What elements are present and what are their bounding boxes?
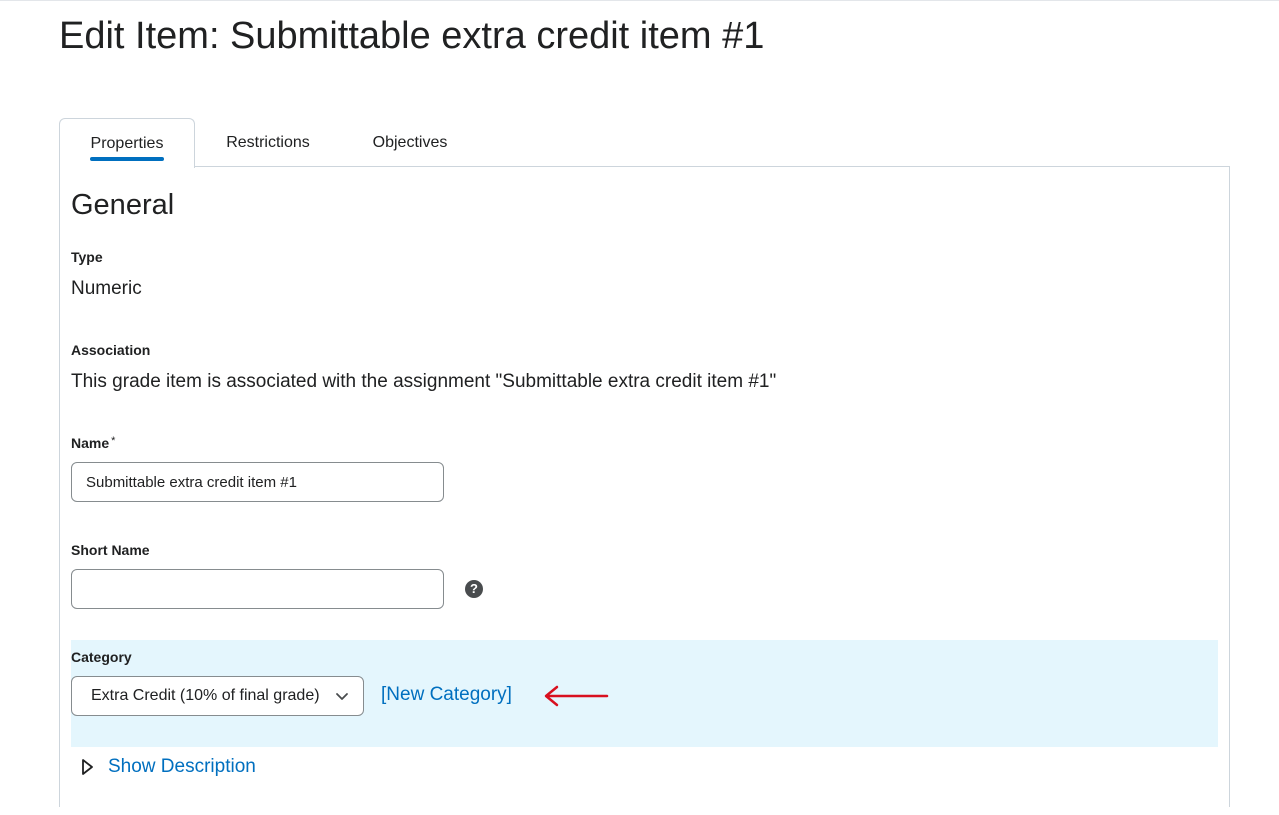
page-title: Edit Item: Submittable extra credit item…: [59, 15, 765, 57]
type-label: Type: [71, 249, 103, 265]
chevron-down-icon: [336, 693, 348, 700]
association-value: This grade item is associated with the a…: [71, 371, 777, 392]
new-category-link[interactable]: [New Category]: [381, 681, 512, 709]
short-name-input[interactable]: [71, 569, 444, 609]
name-label-text: Name: [71, 435, 110, 451]
category-label: Category: [71, 649, 132, 665]
active-tab-indicator: [90, 157, 164, 161]
red-arrow-left-icon: [544, 685, 609, 707]
association-label: Association: [71, 342, 151, 358]
section-heading-general: General: [71, 189, 175, 221]
tab-bar: Properties Restrictions Objectives: [59, 118, 1229, 168]
show-description-toggle[interactable]: Show Description: [80, 752, 256, 782]
top-divider: [0, 0, 1279, 1]
tab-restrictions-label: Restrictions: [226, 134, 310, 151]
triangle-right-icon: [82, 759, 93, 775]
category-select[interactable]: Extra Credit (10% of final grade): [71, 676, 364, 716]
tab-objectives[interactable]: Objectives: [349, 118, 471, 167]
tab-properties-label: Properties: [90, 135, 164, 152]
name-input[interactable]: [71, 462, 444, 502]
short-name-label: Short Name: [71, 542, 150, 558]
category-section: Category Extra Credit (10% of final grad…: [71, 640, 1218, 747]
tab-properties[interactable]: Properties: [59, 118, 195, 168]
type-value: Numeric: [71, 278, 142, 299]
category-selected-value: Extra Credit (10% of final grade): [91, 687, 319, 704]
name-label: Name *: [71, 435, 115, 451]
tab-objectives-label: Objectives: [372, 134, 448, 151]
question-circle-icon[interactable]: ?: [465, 580, 483, 598]
tab-restrictions[interactable]: Restrictions: [207, 118, 329, 167]
properties-panel: General Type Numeric Association This gr…: [59, 166, 1230, 807]
required-indicator: *: [111, 435, 116, 447]
show-description-link: Show Description: [108, 756, 256, 777]
